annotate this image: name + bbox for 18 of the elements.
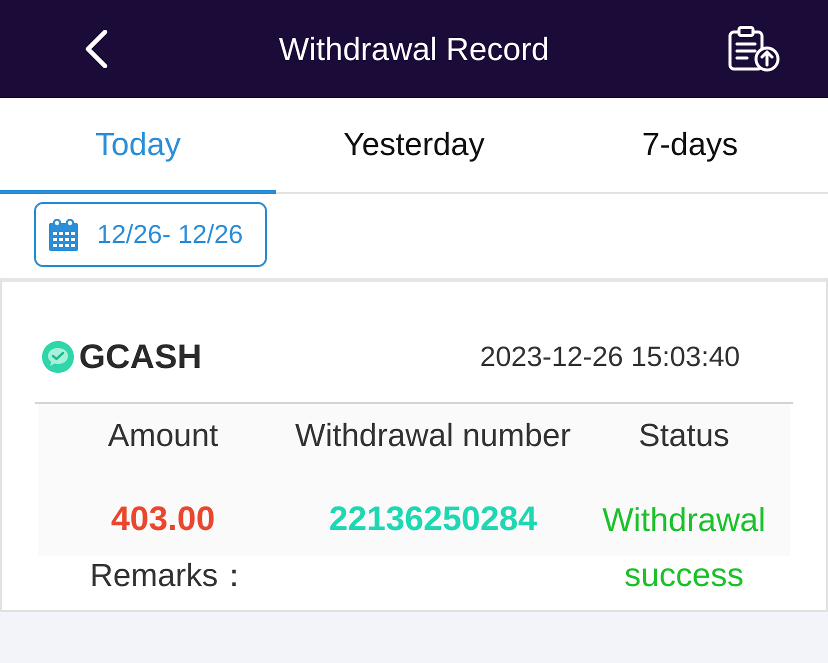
status-text: Withdrawal success <box>601 500 767 595</box>
period-tab[interactable]: Yesterday <box>276 98 552 194</box>
withdrawal-number: 22136250284 <box>328 499 538 540</box>
column-header: Amount <box>106 416 220 455</box>
column-header: Status <box>638 416 730 455</box>
record-time: 2023-12-26 15:03:40 <box>480 341 740 373</box>
back-button[interactable] <box>84 30 108 68</box>
payment-method-name: GCASH <box>79 338 202 376</box>
remarks-label: Remarks： <box>90 556 250 595</box>
column-header: Withdrawal number <box>294 416 572 455</box>
back-icon <box>84 30 108 68</box>
chat-check-icon <box>42 341 74 373</box>
page-title: Withdrawal Record <box>278 30 550 68</box>
period-tab[interactable]: 7-days <box>552 98 828 194</box>
amount-value: 403.00 <box>110 499 216 540</box>
export-button[interactable] <box>728 26 780 72</box>
calendar-icon <box>49 218 78 250</box>
clipboard-upload-icon <box>728 26 780 72</box>
